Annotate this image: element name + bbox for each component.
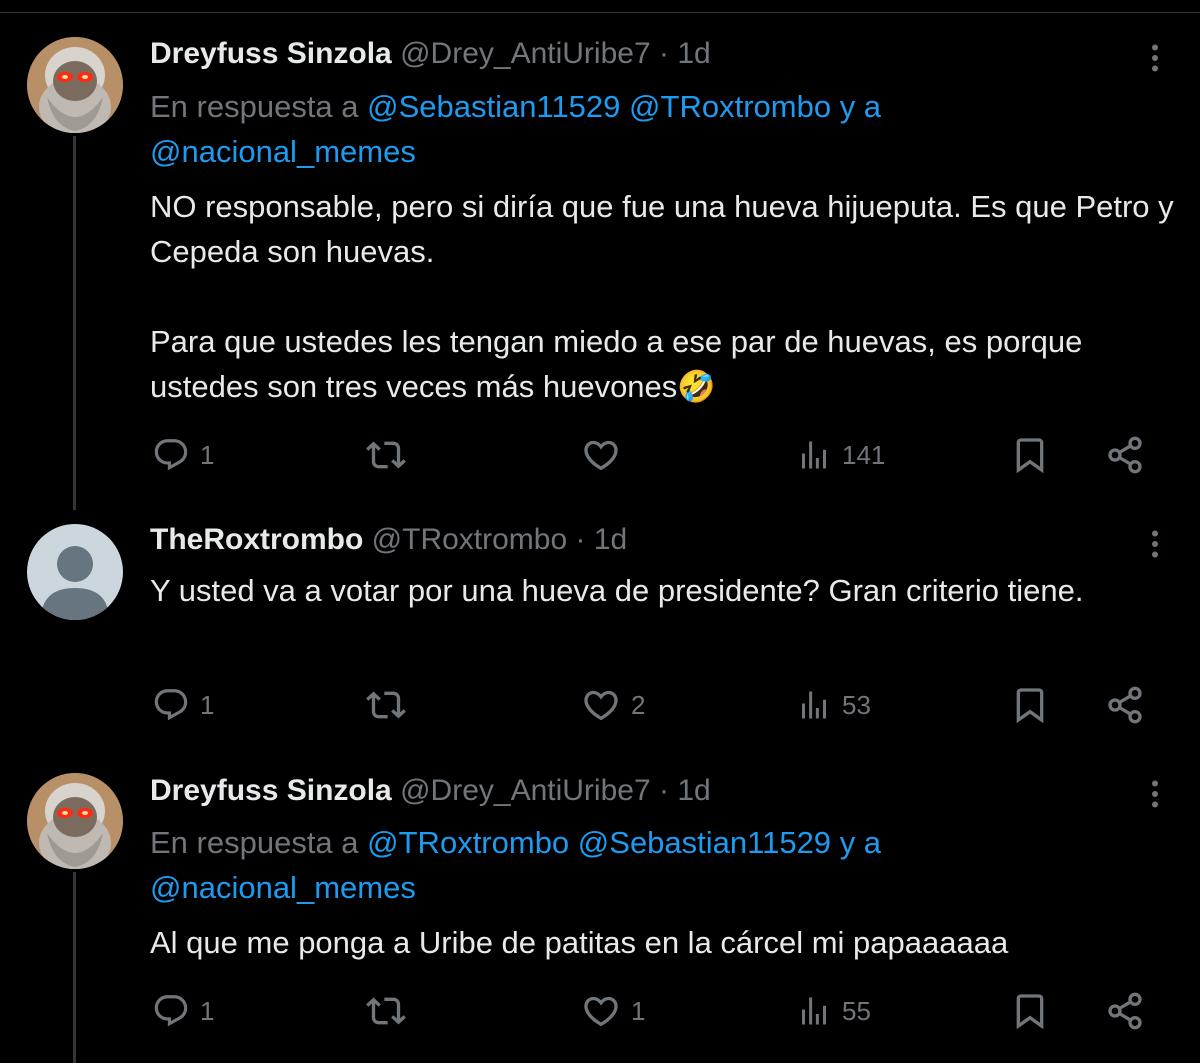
separator-dot: · (575, 523, 586, 556)
bookmark-button[interactable] (1010, 680, 1050, 730)
mention-link[interactable]: @Sebastian11529 (367, 89, 620, 124)
bookmark-icon (1010, 991, 1050, 1031)
share-button[interactable] (1105, 680, 1145, 730)
replying-to: En respuesta a @TRoxtrombo @Sebastian115… (150, 820, 1150, 910)
tweet-header: TheRoxtrombo @TRoxtrombo · 1d (150, 522, 627, 558)
avatar[interactable] (27, 524, 123, 620)
marx-red-eyes-avatar (27, 773, 123, 869)
reply-button[interactable]: 1 (152, 430, 214, 480)
reply-icon (152, 686, 190, 724)
reply-count: 1 (200, 689, 215, 720)
like-button[interactable] (581, 430, 631, 480)
tweet-header: Dreyfuss Sinzola @Drey_AntiUribe7 · 1d (150, 773, 711, 809)
tweet-text: NO responsable, pero si diría que fue un… (150, 189, 1174, 404)
replying-prefix: En respuesta a (150, 825, 359, 860)
repost-button[interactable] (366, 430, 416, 480)
reply-count: 1 (200, 995, 215, 1026)
view-count: 141 (842, 439, 886, 470)
views-icon (796, 687, 832, 723)
reply-button[interactable]: 1 (152, 986, 214, 1036)
reply-button[interactable]: 1 (152, 680, 214, 730)
heart-icon (581, 685, 621, 725)
share-icon (1105, 685, 1145, 725)
heart-icon (581, 991, 621, 1031)
default-person-avatar (27, 524, 123, 620)
thread-line (73, 872, 76, 1063)
bookmark-button[interactable] (1010, 430, 1050, 480)
mention-connector[interactable]: y a (840, 89, 881, 124)
separator-dot: · (658, 37, 669, 70)
repost-button[interactable] (366, 986, 416, 1036)
repost-button[interactable] (366, 680, 416, 730)
handle[interactable]: @Drey_AntiUribe7 (400, 37, 651, 70)
timestamp[interactable]: 1d (677, 774, 710, 807)
views-icon (796, 993, 832, 1029)
view-count: 55 (842, 995, 871, 1026)
tweet-actions: 1 2 53 (150, 680, 1150, 730)
bookmark-icon (1010, 685, 1050, 725)
display-name[interactable]: Dreyfuss Sinzola (150, 37, 392, 70)
repost-icon (366, 991, 406, 1031)
reply-icon (152, 436, 190, 474)
more-options-icon[interactable] (1137, 774, 1173, 814)
display-name[interactable]: TheRoxtrombo (150, 523, 363, 556)
like-button[interactable]: 1 (581, 986, 645, 1036)
marx-red-eyes-avatar (27, 37, 123, 133)
mention-link[interactable]: @Sebastian11529 (578, 825, 831, 860)
reply-count: 1 (200, 439, 215, 470)
tweet-actions: 1 1 55 (150, 986, 1150, 1036)
share-button[interactable] (1105, 986, 1145, 1036)
repost-icon (366, 685, 406, 725)
view-count: 53 (842, 689, 871, 720)
repost-icon (366, 435, 406, 475)
bookmark-icon (1010, 435, 1050, 475)
mention-link[interactable]: @nacional_memes (150, 870, 416, 905)
more-options-icon[interactable] (1137, 524, 1173, 564)
top-divider (0, 12, 1200, 13)
share-icon (1105, 435, 1145, 475)
share-button[interactable] (1105, 430, 1145, 480)
heart-icon (581, 435, 621, 475)
views-button[interactable]: 141 (796, 430, 885, 480)
mention-link[interactable]: @TRoxtrombo (629, 89, 831, 124)
tweet-actions: 1 141 (150, 430, 1150, 480)
timestamp[interactable]: 1d (594, 523, 627, 556)
replying-prefix: En respuesta a (150, 89, 359, 124)
like-count: 1 (631, 995, 646, 1026)
share-icon (1105, 991, 1145, 1031)
tweet-text: Y usted va a votar por una hueva de pres… (150, 573, 1084, 608)
replying-to: En respuesta a @Sebastian11529 @TRoxtrom… (150, 84, 1150, 174)
views-icon (796, 437, 832, 473)
timestamp[interactable]: 1d (677, 37, 710, 70)
like-count: 2 (631, 689, 646, 720)
tweet-text: Al que me ponga a Uribe de patitas en la… (150, 925, 1009, 960)
avatar[interactable] (27, 773, 123, 869)
avatar[interactable] (27, 37, 123, 133)
more-options-icon[interactable] (1137, 38, 1173, 78)
separator-dot: · (658, 774, 669, 807)
mention-connector[interactable]: y a (840, 825, 881, 860)
mention-link[interactable]: @TRoxtrombo (367, 825, 569, 860)
bookmark-button[interactable] (1010, 986, 1050, 1036)
handle[interactable]: @TRoxtrombo (372, 523, 568, 556)
handle[interactable]: @Drey_AntiUribe7 (400, 774, 651, 807)
views-button[interactable]: 53 (796, 680, 871, 730)
views-button[interactable]: 55 (796, 986, 871, 1036)
tweet-header: Dreyfuss Sinzola @Drey_AntiUribe7 · 1d (150, 36, 711, 72)
mention-link[interactable]: @nacional_memes (150, 134, 416, 169)
display-name[interactable]: Dreyfuss Sinzola (150, 774, 392, 807)
thread-line (73, 136, 76, 510)
reply-icon (152, 992, 190, 1030)
like-button[interactable]: 2 (581, 680, 645, 730)
